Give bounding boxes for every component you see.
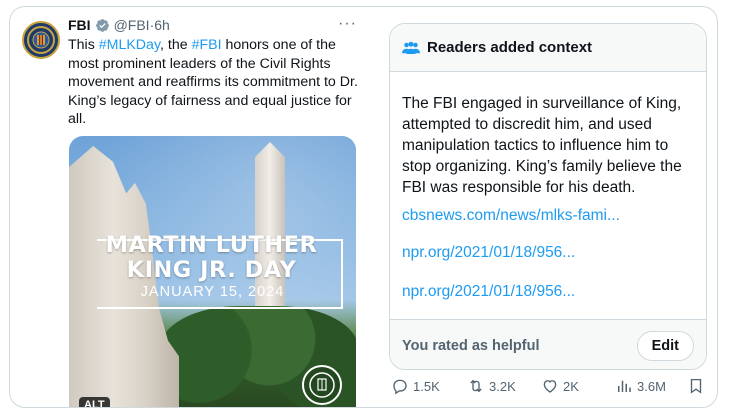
bookmark-button[interactable] xyxy=(687,377,709,395)
community-note-body: The FBI engaged in surveillance of King,… xyxy=(402,95,682,196)
community-note-header[interactable]: Readers added context xyxy=(390,24,706,72)
like-count: 2K xyxy=(563,378,579,394)
repost-button[interactable]: 3.2K xyxy=(467,377,516,395)
repost-icon xyxy=(470,379,482,393)
tweet-timestamp[interactable]: 6h xyxy=(154,17,170,33)
tweet-card[interactable]: FBI @FBI · 6h ··· This #MLKDay, the #FBI… xyxy=(9,6,718,408)
note-link-npr-2[interactable]: npr.org/2021/01/18/956... xyxy=(402,283,575,301)
author-name[interactable]: FBI xyxy=(68,17,91,33)
edit-rating-button[interactable]: Edit xyxy=(636,331,694,361)
view-count: 3.6M xyxy=(637,378,666,394)
reply-count: 1.5K xyxy=(413,378,440,394)
tweet-header: FBI @FBI · 6h xyxy=(68,17,170,33)
community-note-title: Readers added context xyxy=(427,39,593,56)
like-button[interactable]: 2K xyxy=(541,377,579,395)
community-note: Readers added context The FBI engaged in… xyxy=(389,23,707,370)
reply-icon xyxy=(393,379,407,395)
fbi-seal-icon xyxy=(302,365,342,405)
image-title-line2: KING JR. DAY xyxy=(126,257,297,283)
fbi-avatar[interactable] xyxy=(22,21,60,59)
hashtag-link[interactable]: #FBI xyxy=(192,37,222,53)
rating-footer: You rated as helpful Edit xyxy=(390,319,706,369)
tweet-text-segment: , the xyxy=(160,37,192,53)
people-icon xyxy=(402,41,420,54)
tweet-text-segment: This xyxy=(68,37,99,53)
tweet-image[interactable]: MARTIN LUTHER KING JR. DAY JANUARY 15, 2… xyxy=(69,136,356,407)
views-button[interactable]: 3.6M xyxy=(615,377,666,395)
hashtag-link[interactable]: #MLKDay xyxy=(99,37,160,53)
fbi-seal-icon xyxy=(27,26,55,54)
repost-count: 3.2K xyxy=(489,378,516,394)
author-handle[interactable]: @FBI xyxy=(114,17,150,33)
note-link-npr-1[interactable]: npr.org/2021/01/18/956... xyxy=(402,244,575,262)
more-options-button[interactable]: ··· xyxy=(338,15,357,33)
heart-icon xyxy=(543,380,557,393)
image-title-line1: MARTIN LUTHER xyxy=(105,232,318,258)
image-date: JANUARY 15, 2024 xyxy=(140,284,285,300)
tweet-text: This #MLKDay, the #FBI honors one of the… xyxy=(68,36,358,129)
action-bar: 1.5K 3.2K 2K 3.6M xyxy=(389,373,707,399)
analytics-icon xyxy=(618,380,631,392)
reply-button[interactable]: 1.5K xyxy=(391,377,440,395)
alt-text-badge[interactable]: ALT xyxy=(79,397,110,407)
verified-badge-icon xyxy=(95,18,109,32)
note-link-cbsnews[interactable]: cbsnews.com/news/mlks-fami... xyxy=(402,207,620,225)
bookmark-icon xyxy=(690,378,702,394)
rated-helpful-text: You rated as helpful xyxy=(402,338,540,354)
